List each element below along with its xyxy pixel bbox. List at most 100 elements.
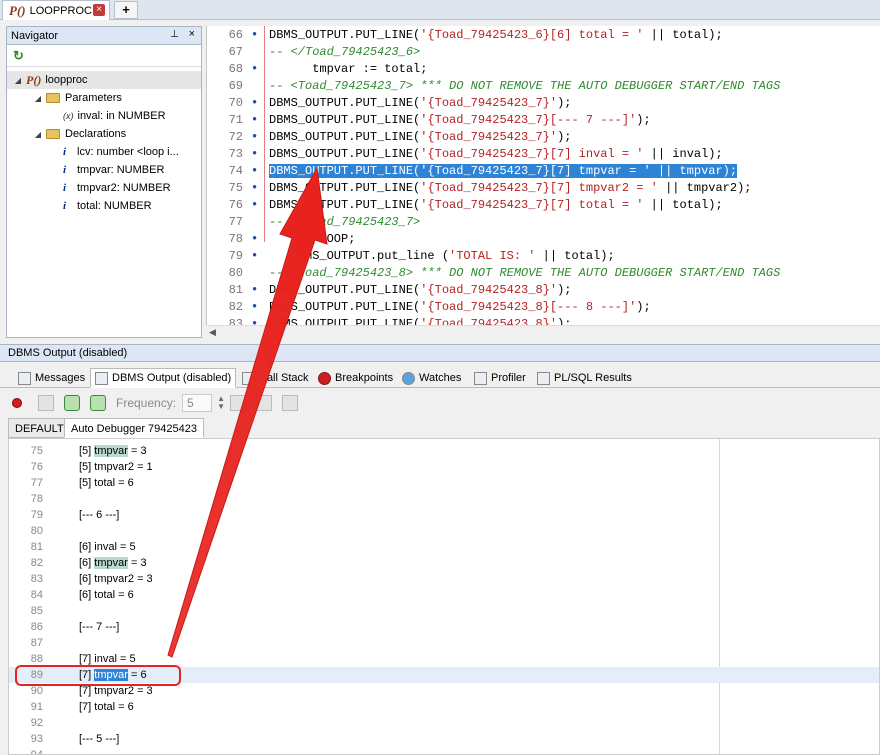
line-number: 82 xyxy=(228,299,243,314)
code-line[interactable]: 67 -- </Toad_79425423_6> xyxy=(207,43,880,60)
code-line[interactable]: 77 -- </Toad_79425423_7> xyxy=(207,213,880,230)
breakpoint-marker[interactable]: • xyxy=(247,249,269,263)
tab-profiler[interactable]: Profiler xyxy=(470,368,530,388)
output-line[interactable]: 80 xyxy=(9,523,879,539)
tab-label: Breakpoints xyxy=(335,372,394,384)
output-line[interactable]: 86 [--- 7 ---] xyxy=(9,619,879,635)
code-line[interactable]: 82 • DBMS_OUTPUT.PUT_LINE('{Toad_79425423_… xyxy=(207,298,880,315)
output-prefix: [5] total = 6 xyxy=(79,477,134,489)
output-line[interactable]: 76 [5] tmpvar2 = 1 xyxy=(9,459,879,475)
output-line[interactable]: 78 xyxy=(9,491,879,507)
tree-item[interactable]: i total: NUMBER xyxy=(7,197,201,215)
output-line[interactable]: 92 xyxy=(9,715,879,731)
code-line[interactable]: 80 -- <Toad_79425423_8> *** DO NOT REMOVE… xyxy=(207,264,880,281)
breakpoint-marker[interactable]: • xyxy=(247,96,269,110)
close-icon[interactable]: × xyxy=(93,4,105,16)
subtab-default[interactable]: DEFAULT xyxy=(8,418,71,438)
tree-item[interactable]: i tmpvar: NUMBER xyxy=(7,161,201,179)
save-icon[interactable] xyxy=(256,395,273,411)
code-line[interactable]: 76 • DBMS_OUTPUT.PUT_LINE('{Toad_79425423_… xyxy=(207,196,880,213)
close-icon[interactable]: × xyxy=(189,28,195,40)
subtab-auto-debugger[interactable]: Auto Debugger 79425423 xyxy=(64,418,204,438)
code-line[interactable]: 74 • DBMS_OUTPUT.PUT_LINE('{Toad_79425423_… xyxy=(207,162,880,179)
code-line[interactable]: 73 • DBMS_OUTPUT.PUT_LINE('{Toad_79425423_… xyxy=(207,145,880,162)
breakpoint-marker[interactable]: • xyxy=(247,283,269,297)
tree-item[interactable]: i lcv: number <loop i... xyxy=(7,143,201,161)
scroll-left-icon[interactable]: ◀ xyxy=(209,327,216,338)
output-line[interactable]: 94 xyxy=(9,747,879,754)
procedure-icon: P() xyxy=(26,72,42,87)
tree-item[interactable]: ◢ Declarations xyxy=(7,125,201,143)
tree-item[interactable]: ◢ Parameters xyxy=(7,89,201,107)
output-line[interactable]: 81 [6] inval = 5 xyxy=(9,539,879,555)
tab-messages[interactable]: Messages xyxy=(14,368,89,388)
tree-item[interactable]: i tmpvar2: NUMBER xyxy=(7,179,201,197)
code-line[interactable]: 79 • DBMS_OUTPUT.put_line ('TOTAL IS: ' |… xyxy=(207,247,880,264)
output-line[interactable]: 83 [6] tmpvar2 = 3 xyxy=(9,571,879,587)
expand-icon[interactable]: ◢ xyxy=(33,94,43,103)
output-line[interactable]: 82 [6] tmpvar = 3 xyxy=(9,555,879,571)
breakpoint-marker[interactable]: • xyxy=(247,130,269,144)
code-line[interactable]: 70 • DBMS_OUTPUT.PUT_LINE('{Toad_79425423_… xyxy=(207,94,880,111)
turn-on-icon[interactable] xyxy=(64,395,80,411)
tab-breakpoints[interactable]: Breakpoints xyxy=(314,368,397,388)
code-line[interactable]: 78 • END LOOP; xyxy=(207,230,880,247)
copy-icon[interactable] xyxy=(230,395,247,411)
output-line[interactable]: 85 xyxy=(9,603,879,619)
output-line[interactable]: 77 [5] total = 6 xyxy=(9,475,879,491)
refresh-icon[interactable]: ↻ xyxy=(13,48,24,64)
breakpoint-marker[interactable]: • xyxy=(247,198,269,212)
code-line[interactable]: 71 • DBMS_OUTPUT.PUT_LINE('{Toad_79425423_… xyxy=(207,111,880,128)
code-string: '{Toad_79425423_6}[6] total = ' xyxy=(420,27,644,42)
editor-horizontal-scrollbar[interactable]: ◀ xyxy=(206,325,880,339)
breakpoint-marker[interactable]: • xyxy=(247,113,269,127)
expand-icon[interactable]: ◢ xyxy=(13,76,23,85)
code-line[interactable]: 66 • DBMS_OUTPUT.PUT_LINE('{Toad_79425423_… xyxy=(207,26,880,43)
code-line[interactable]: 72 • DBMS_OUTPUT.PUT_LINE('{Toad_79425423_… xyxy=(207,128,880,145)
refresh-output-icon[interactable] xyxy=(38,395,54,411)
code-line[interactable]: 81 • DBMS_OUTPUT.PUT_LINE('{Toad_79425423_… xyxy=(207,281,880,298)
tree-item[interactable]: ◢ P() loopproc xyxy=(7,71,201,89)
output-line[interactable]: 75 [5] tmpvar = 3 xyxy=(9,443,879,459)
output-prefix: [6] total = 6 xyxy=(79,589,134,601)
frequency-input[interactable]: 5 ▲ ▼ xyxy=(182,394,225,412)
output-line[interactable]: 90 [7] tmpvar2 = 3 xyxy=(9,683,879,699)
tab-watches[interactable]: Watches xyxy=(398,368,465,388)
output-line[interactable]: 93 [--- 5 ---] xyxy=(9,731,879,747)
tab-pl-sql-results[interactable]: PL/SQL Results xyxy=(533,368,636,388)
code-line[interactable]: 69 -- <Toad_79425423_7> *** DO NOT REMOVE… xyxy=(207,77,880,94)
print-icon[interactable] xyxy=(282,395,299,411)
output-text: [--- 5 ---] xyxy=(45,733,119,745)
code-line[interactable]: 68 • tmpvar := total; xyxy=(207,60,880,77)
code-token: ); xyxy=(557,95,572,110)
record-icon[interactable] xyxy=(12,398,22,408)
pin-icon[interactable]: ⊥ xyxy=(170,29,179,40)
spinner-icon[interactable]: ▲ ▼ xyxy=(217,395,225,411)
output-line[interactable]: 84 [6] total = 6 xyxy=(9,587,879,603)
tab-dbms-output-disabled[interactable]: DBMS Output (disabled) xyxy=(90,368,237,388)
code-line[interactable]: 75 • DBMS_OUTPUT.PUT_LINE('{Toad_79425423_… xyxy=(207,179,880,196)
variable-highlight: tmpvar xyxy=(94,557,128,569)
output-line[interactable]: 88 [7] inval = 5 xyxy=(9,651,879,667)
output-text-area[interactable]: 75 [5] tmpvar = 3 76 [5] tmpvar2 = 1 77 [5] t… xyxy=(8,438,880,755)
breakpoint-marker[interactable]: • xyxy=(247,300,269,314)
poll-icon[interactable] xyxy=(90,395,106,411)
output-line[interactable]: 91 [7] total = 6 xyxy=(9,699,879,715)
line-number: 77 xyxy=(228,214,243,229)
expand-icon[interactable]: ◢ xyxy=(33,130,43,139)
code-text: DBMS_OUTPUT.PUT_LINE('{Toad_79425423_7}'… xyxy=(269,96,571,110)
add-tab-button[interactable]: + xyxy=(114,1,138,19)
breakpoint-marker[interactable]: • xyxy=(247,28,269,42)
breakpoint-marker[interactable]: • xyxy=(247,181,269,195)
output-line[interactable]: 79 [--- 6 ---] xyxy=(9,507,879,523)
breakpoint-marker[interactable]: • xyxy=(247,62,269,76)
breakpoint-marker[interactable]: • xyxy=(247,164,269,178)
tab-loopproc[interactable]: P() LOOPPROC × xyxy=(2,0,110,20)
breakpoint-marker[interactable]: • xyxy=(247,232,269,246)
output-line[interactable]: 89 [7] tmpvar = 6 xyxy=(9,667,879,683)
breakpoint-marker[interactable]: • xyxy=(247,147,269,161)
tree-item[interactable]: (x) inval: in NUMBER xyxy=(7,107,201,125)
tab-call-stack[interactable]: Call Stack xyxy=(238,368,313,388)
code-editor[interactable]: 66 • DBMS_OUTPUT.PUT_LINE('{Toad_79425423_… xyxy=(206,26,880,326)
output-line[interactable]: 87 xyxy=(9,635,879,651)
